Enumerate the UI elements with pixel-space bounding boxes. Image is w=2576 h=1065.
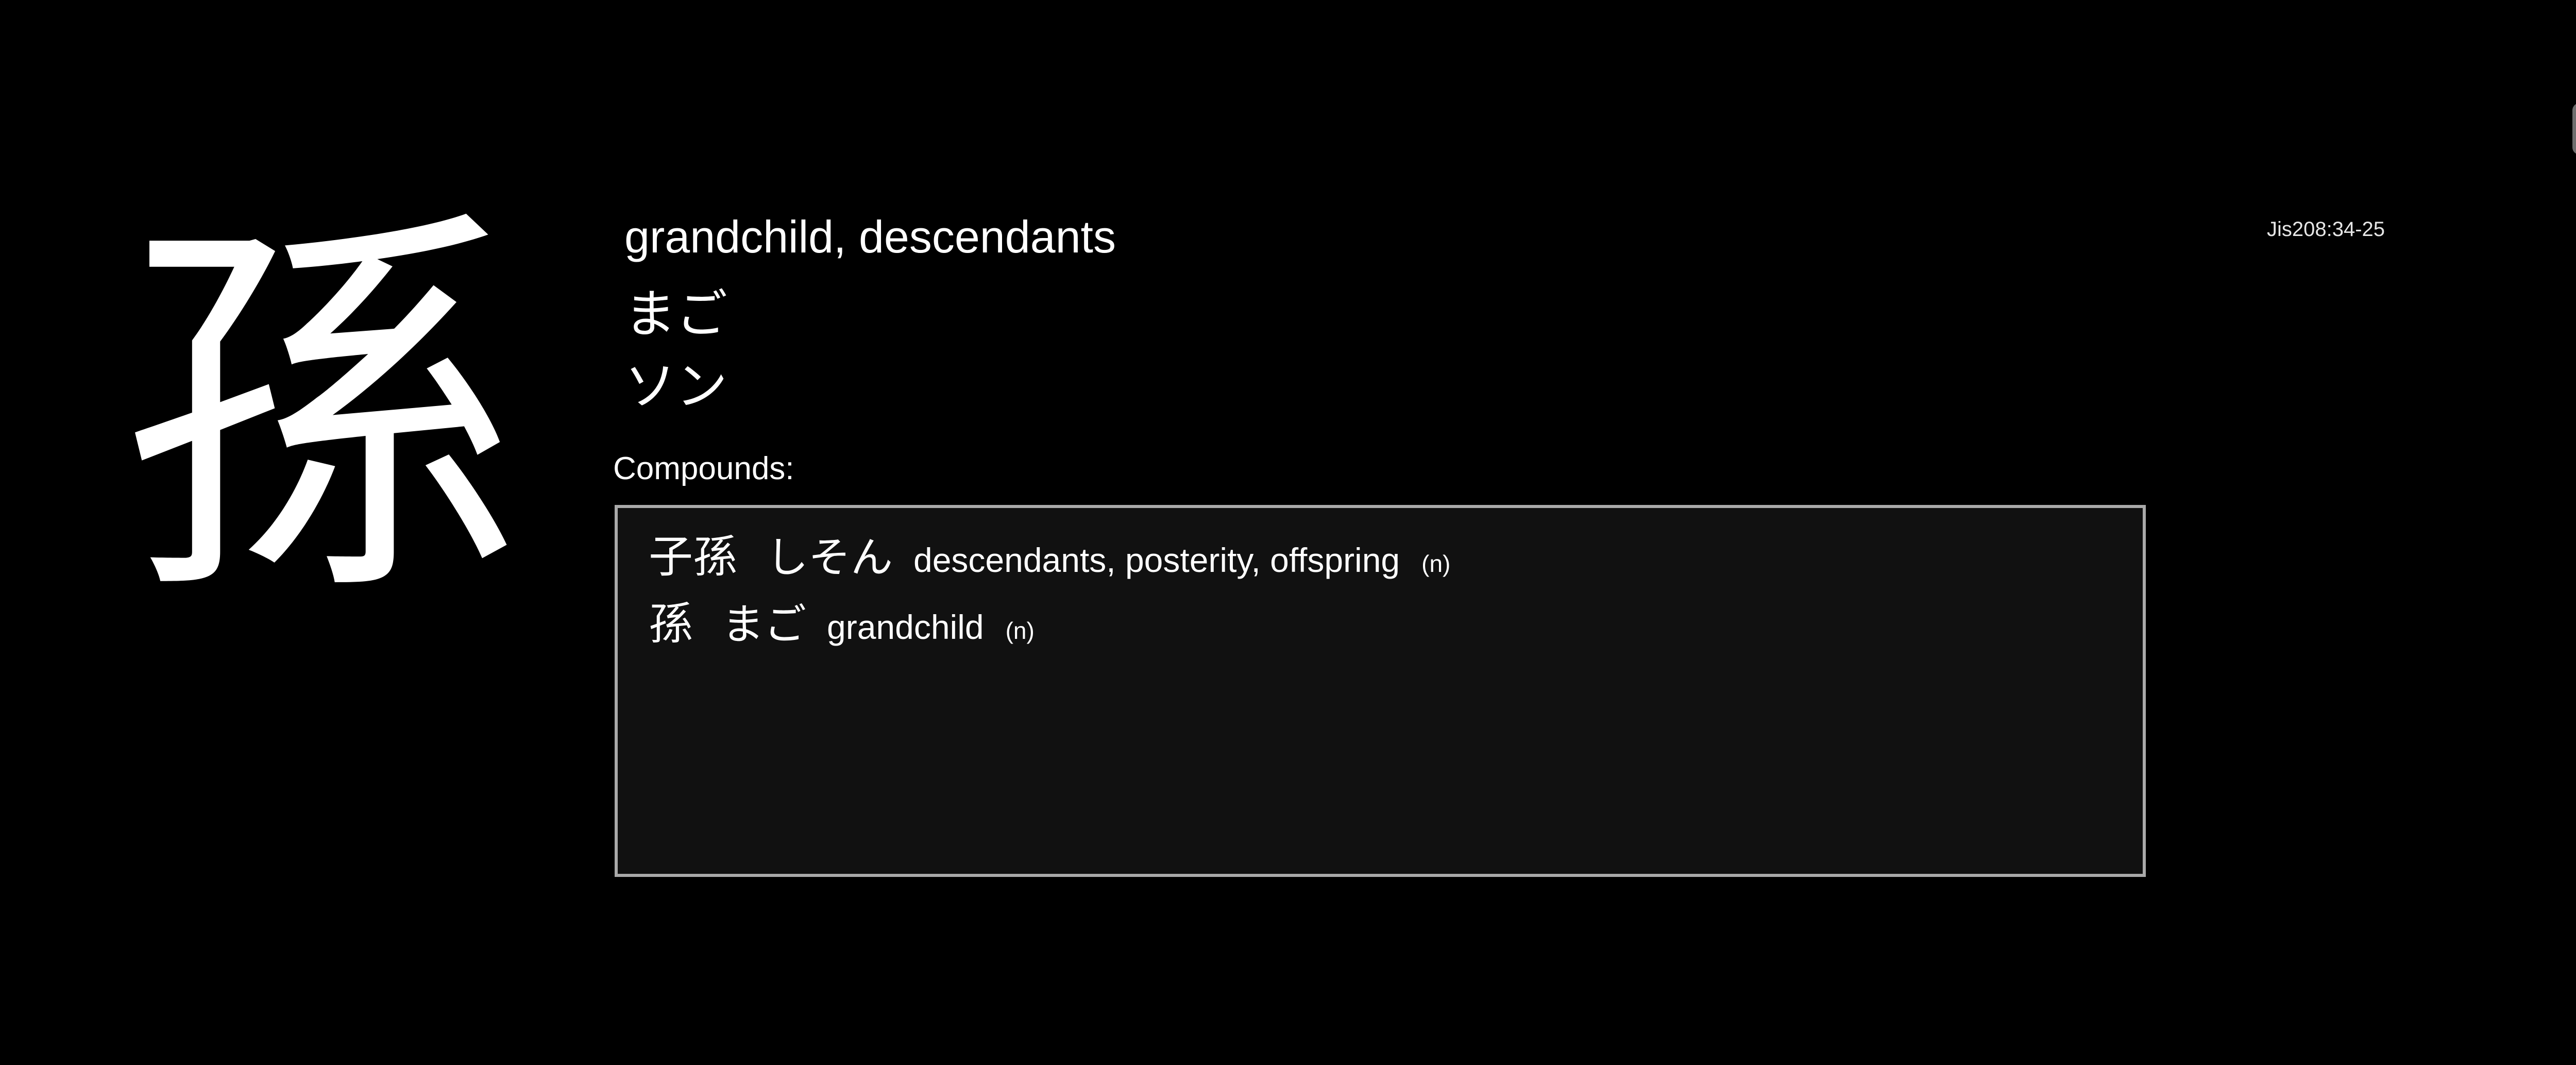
compound-part-of-speech: (n) [1005,617,1035,644]
kanji-character: 孫 [118,178,520,646]
on-reading: ソン [624,356,727,416]
compound-gloss: descendants, posterity, offspring [913,541,1400,579]
scrollbar-thumb[interactable] [2572,103,2576,155]
jis-code: Jis208:34-25 [2267,218,2385,241]
compound-item: 孫 まご grandchild (n) [649,596,1035,659]
kanji-meaning: grandchild, descendants [624,211,1116,262]
compound-part-of-speech: (n) [1421,550,1451,577]
compound-reading: まご [722,600,807,649]
compound-gloss: grandchild [827,608,984,646]
compound-word: 子孫 [649,531,737,583]
kun-reading: まご [624,284,727,344]
compound-reading: しそん [766,533,893,582]
compounds-list[interactable]: 子孫 しそん descendants, posterity, offspring… [615,505,2146,877]
compound-item: 子孫 しそん descendants, posterity, offspring… [649,529,1450,592]
compounds-label: Compounds: [613,451,794,486]
compound-word: 孫 [649,598,693,650]
